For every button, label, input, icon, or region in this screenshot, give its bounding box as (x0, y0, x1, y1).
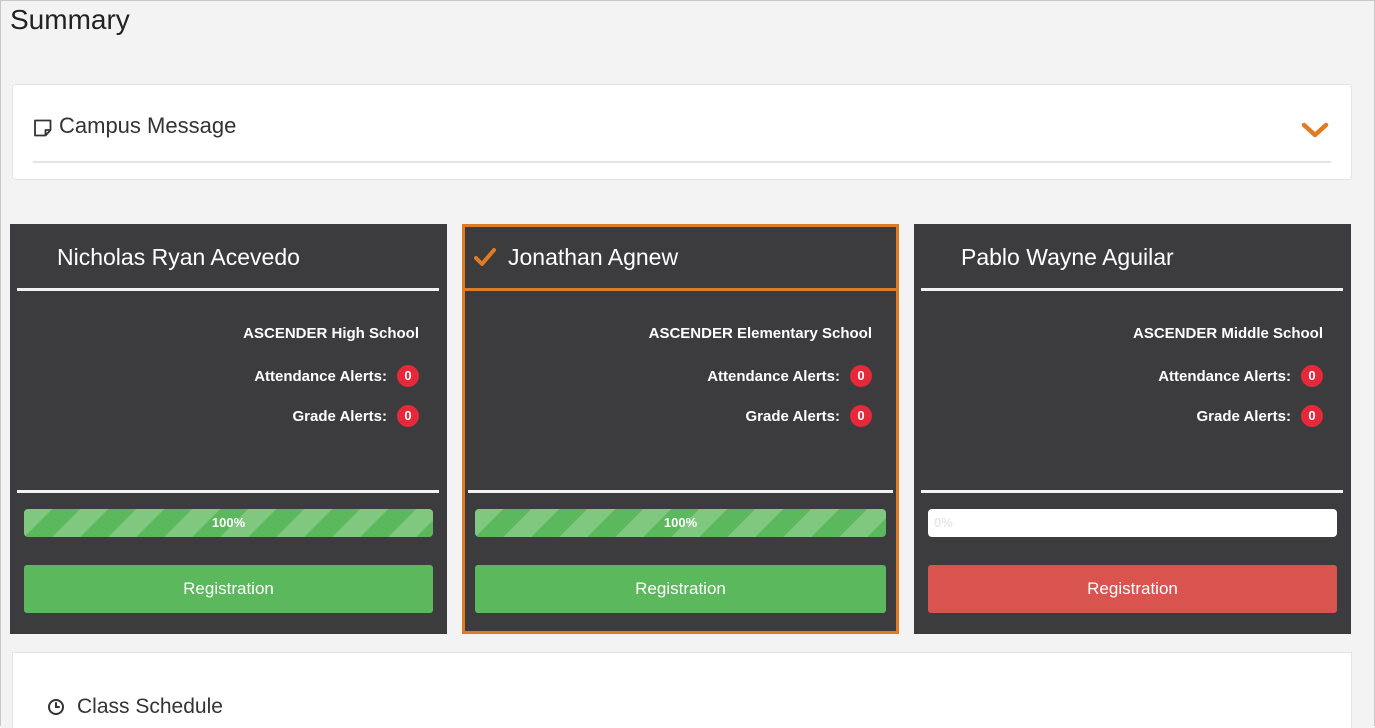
name-divider (465, 288, 896, 291)
class-schedule-header[interactable]: Class Schedule (47, 695, 223, 719)
attendance-alerts: Attendance Alerts: 0 (472, 356, 872, 396)
attendance-alerts-label: Attendance Alerts: (707, 367, 840, 385)
grade-alerts-label: Grade Alerts: (292, 407, 387, 425)
student-name-text: Jonathan Agnew (508, 244, 679, 270)
name-divider (921, 288, 1343, 291)
card-divider (17, 490, 439, 493)
progress-label: 100% (663, 515, 698, 530)
grade-alerts: Grade Alerts: 0 (19, 396, 419, 436)
progress-label: 0% (934, 515, 953, 530)
student-info: ASCENDER Elementary School Attendance Al… (472, 318, 872, 436)
class-schedule-panel[interactable]: Class Schedule (12, 652, 1352, 728)
page-title: Summary (10, 4, 130, 35)
clock-icon (47, 698, 65, 716)
student-name: Nicholas Ryan Acevedo (57, 244, 300, 270)
card-divider (921, 490, 1343, 493)
attendance-alerts: Attendance Alerts: 0 (19, 356, 419, 396)
student-info: ASCENDER High School Attendance Alerts: … (19, 318, 419, 436)
school-name: ASCENDER Elementary School (648, 324, 872, 342)
attendance-alerts: Attendance Alerts: 0 (923, 356, 1323, 396)
school-name: ASCENDER High School (243, 324, 419, 342)
message-icon (33, 117, 53, 137)
school-name: ASCENDER Middle School (1132, 324, 1323, 342)
grade-alerts-label: Grade Alerts: (745, 407, 840, 425)
progress-label: 100% (211, 515, 246, 530)
selected-check-icon (474, 246, 496, 273)
grade-alert-badge: 0 (850, 405, 872, 427)
registration-button[interactable]: Registration (475, 565, 886, 613)
registration-button[interactable]: Registration (928, 565, 1337, 613)
attendance-alerts-label: Attendance Alerts: (254, 367, 387, 385)
class-schedule-title: Class Schedule (77, 695, 223, 718)
student-card-agnew[interactable]: Jonathan Agnew ASCENDER Elementary Schoo… (462, 224, 899, 634)
grade-alerts: Grade Alerts: 0 (472, 396, 872, 436)
campus-message-divider (33, 161, 1331, 163)
registration-progress-bar: 100% (24, 509, 433, 537)
chevron-down-icon[interactable] (1301, 121, 1329, 139)
student-card-acevedo[interactable]: Nicholas Ryan Acevedo ASCENDER High Scho… (10, 224, 447, 634)
attendance-alerts-label: Attendance Alerts: (1158, 367, 1291, 385)
card-divider (468, 490, 893, 493)
campus-message-panel[interactable]: Campus Message (12, 84, 1352, 180)
registration-button[interactable]: Registration (24, 565, 433, 613)
registration-progress-bar: 100% (475, 509, 886, 537)
campus-message-header[interactable]: Campus Message (33, 113, 236, 139)
registration-progress-bar: 0% (928, 509, 1337, 537)
grade-alerts-label: Grade Alerts: (1196, 407, 1291, 425)
attendance-alert-badge: 0 (850, 365, 872, 387)
student-info: ASCENDER Middle School Attendance Alerts… (923, 318, 1323, 436)
student-name: Pablo Wayne Aguilar (961, 244, 1174, 270)
grade-alert-badge: 0 (1301, 405, 1323, 427)
name-divider (17, 288, 439, 291)
grade-alert-badge: 0 (397, 405, 419, 427)
attendance-alert-badge: 0 (397, 365, 419, 387)
student-name: Jonathan Agnew (474, 244, 679, 271)
grade-alerts: Grade Alerts: 0 (923, 396, 1323, 436)
campus-message-title: Campus Message (59, 113, 237, 138)
student-card-aguilar[interactable]: Pablo Wayne Aguilar ASCENDER Middle Scho… (914, 224, 1351, 634)
attendance-alert-badge: 0 (1301, 365, 1323, 387)
